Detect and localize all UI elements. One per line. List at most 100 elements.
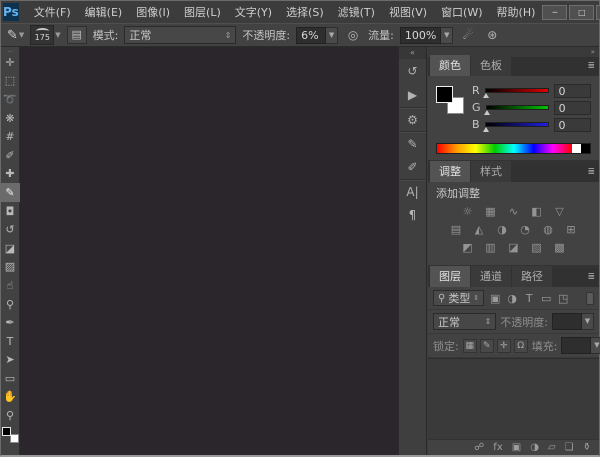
red-slider[interactable]: [485, 88, 548, 93]
tab-layers[interactable]: 图层: [430, 266, 470, 287]
adj-photo-filter[interactable]: ◔: [517, 223, 533, 241]
menu-view[interactable]: 视图(V): [382, 1, 434, 23]
clone-stamp-tool[interactable]: ◘: [1, 202, 20, 221]
expand-panels-button[interactable]: «: [399, 47, 426, 59]
menu-edit[interactable]: 编辑(E): [78, 1, 130, 23]
adj-black-white[interactable]: ◑: [494, 223, 510, 241]
menu-type[interactable]: 文字(Y): [228, 1, 279, 23]
slider-thumb[interactable]: [483, 93, 489, 98]
filter-shape-layers-icon[interactable]: ▭: [539, 292, 553, 305]
adj-curves[interactable]: ∿: [506, 205, 522, 223]
foreground-color-swatch[interactable]: [2, 427, 11, 436]
tab-paths[interactable]: 路径: [512, 266, 552, 287]
panel-menu-icon[interactable]: ≣: [587, 61, 595, 71]
spectrum-white-cell[interactable]: [572, 144, 581, 153]
new-adjustment-layer-icon[interactable]: ◑: [530, 442, 539, 453]
adj-color-balance[interactable]: ◭: [471, 223, 487, 241]
lock-all-icon[interactable]: Ω: [514, 339, 528, 353]
slider-thumb[interactable]: [484, 110, 490, 115]
chevron-down-icon[interactable]: ▼: [591, 337, 600, 354]
adj-invert[interactable]: ◩: [460, 241, 476, 259]
history-brush-tool[interactable]: ↺: [1, 220, 20, 239]
adj-posterize[interactable]: ▥: [483, 241, 499, 259]
menu-image[interactable]: 图像(I): [129, 1, 177, 23]
lock-pixels-icon[interactable]: ✎: [480, 339, 494, 353]
panel-menu-icon[interactable]: ≣: [587, 272, 595, 282]
add-layer-mask-icon[interactable]: ▣: [512, 442, 521, 453]
panel-menu-icon[interactable]: ≣: [587, 167, 595, 177]
pen-tool[interactable]: ✒: [1, 313, 20, 332]
spectrum-black-cell[interactable]: [581, 144, 590, 153]
filter-adjustment-layers-icon[interactable]: ◑: [505, 292, 519, 305]
foreground-background-swatches[interactable]: [2, 427, 19, 443]
gradient-tool[interactable]: ▨: [1, 258, 20, 277]
tab-swatches[interactable]: 色板: [471, 55, 511, 76]
lock-position-icon[interactable]: ✛: [497, 339, 511, 353]
adj-threshold[interactable]: ◪: [506, 241, 522, 259]
blue-value-field[interactable]: 0: [554, 118, 591, 132]
maximize-button[interactable]: □: [569, 5, 594, 20]
chevron-down-icon[interactable]: ▼: [441, 27, 453, 44]
spectrum-gradient[interactable]: [437, 144, 572, 153]
adj-channel-mixer[interactable]: ◍: [540, 223, 556, 241]
opacity-field[interactable]: 6% ▼: [296, 27, 338, 44]
menu-file[interactable]: 文件(F): [27, 1, 78, 23]
layer-list-empty[interactable]: [428, 358, 599, 439]
delete-layer-icon[interactable]: ⚱: [583, 442, 591, 453]
lock-transparency-icon[interactable]: ▦: [463, 339, 477, 353]
menu-window[interactable]: 窗口(W): [434, 1, 489, 23]
layer-style-icon[interactable]: fx: [493, 442, 502, 453]
color-swatch-pair[interactable]: [436, 86, 464, 114]
type-tool[interactable]: T: [1, 332, 20, 351]
smudge-tool[interactable]: ☝: [1, 276, 20, 295]
blend-mode-select[interactable]: 正常 ⇕: [124, 26, 236, 44]
filter-smart-objects-icon[interactable]: ◳: [556, 292, 570, 305]
brush-panel-icon[interactable]: ✎: [399, 131, 426, 155]
dodge-tool[interactable]: ⚲: [1, 295, 20, 314]
history-panel-icon[interactable]: ↺: [399, 59, 426, 83]
minimize-button[interactable]: ─: [542, 5, 567, 20]
hand-tool[interactable]: ✋: [1, 388, 20, 407]
foreground-color-swatch[interactable]: [436, 86, 453, 103]
healing-brush-tool[interactable]: ✚: [1, 165, 20, 184]
adj-levels[interactable]: ▦: [483, 205, 499, 223]
layer-blend-mode-select[interactable]: 正常 ⇕: [433, 313, 496, 330]
paragraph-panel-icon[interactable]: ¶: [399, 203, 426, 227]
character-panel-icon[interactable]: A|: [399, 179, 426, 203]
menu-layer[interactable]: 图层(L): [177, 1, 228, 23]
actions-panel-icon[interactable]: ▶: [399, 83, 426, 107]
close-button[interactable]: ✕: [596, 5, 600, 20]
blue-slider[interactable]: [485, 122, 548, 127]
red-value-field[interactable]: 0: [554, 84, 591, 98]
marquee-tool[interactable]: ⬚: [1, 72, 20, 91]
eyedropper-tool[interactable]: ✐: [1, 146, 20, 165]
airbrush-icon[interactable]: ☄: [459, 28, 477, 42]
link-layers-icon[interactable]: ☍: [474, 442, 484, 453]
new-group-icon[interactable]: ▱: [548, 442, 556, 453]
move-tool[interactable]: ✛: [1, 53, 20, 72]
menu-filter[interactable]: 滤镜(T): [331, 1, 382, 23]
tab-adjustments[interactable]: 调整: [430, 161, 470, 182]
flow-field[interactable]: 100% ▼: [400, 27, 453, 44]
zoom-tool[interactable]: ⚲: [1, 406, 20, 425]
adj-exposure[interactable]: ◧: [529, 205, 545, 223]
filter-pixel-layers-icon[interactable]: ▣: [488, 292, 502, 305]
filter-toggle-switch[interactable]: [586, 292, 594, 305]
adj-gradient-map[interactable]: ▧: [529, 241, 545, 259]
chevron-down-icon[interactable]: ▼: [582, 313, 594, 330]
shape-tool[interactable]: ▭: [1, 369, 20, 388]
new-layer-icon[interactable]: ❏: [565, 442, 574, 453]
pressure-size-icon[interactable]: ⊛: [483, 28, 501, 42]
layer-fill-field[interactable]: ▼: [561, 337, 600, 354]
green-value-field[interactable]: 0: [554, 101, 591, 115]
green-slider[interactable]: [486, 105, 549, 110]
color-spectrum-ramp[interactable]: [436, 143, 591, 154]
tab-channels[interactable]: 通道: [471, 266, 511, 287]
adj-brightness-contrast[interactable]: ☼: [460, 205, 476, 223]
filter-type-layers-icon[interactable]: T: [522, 292, 536, 305]
layer-opacity-field[interactable]: ▼: [552, 313, 594, 330]
crop-tool[interactable]: #: [1, 127, 20, 146]
filter-kind-select[interactable]: ⚲ 类型 ⇕: [433, 290, 484, 306]
lasso-tool[interactable]: ➰: [1, 90, 20, 109]
adj-hue-saturation[interactable]: ▤: [448, 223, 464, 241]
